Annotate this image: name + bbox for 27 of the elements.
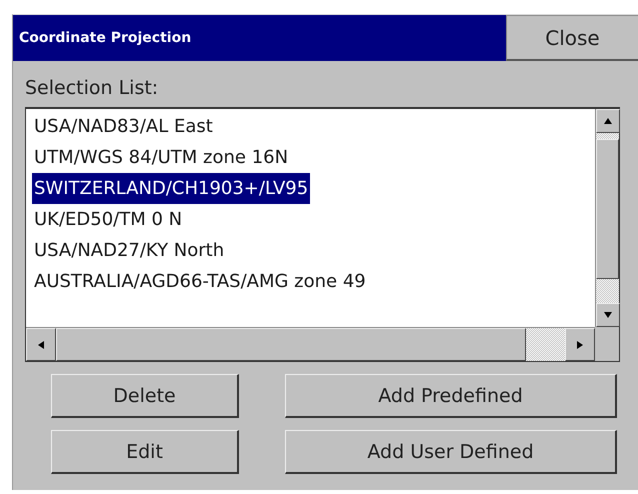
scroll-thumb[interactable] — [596, 139, 619, 279]
vertical-scrollbar[interactable] — [595, 109, 619, 327]
close-button[interactable]: Close — [506, 15, 638, 61]
scroll-right-button[interactable] — [565, 328, 595, 361]
scroll-track[interactable] — [596, 133, 619, 139]
right-arrow-icon — [575, 340, 585, 350]
list-item[interactable]: AUSTRALIA/AGD66-TAS/AMG zone 49 — [32, 266, 368, 297]
list-label: Selection List: — [25, 77, 160, 99]
list-item[interactable]: UK/ED50/TM 0 N — [32, 204, 184, 235]
list-item[interactable]: UTM/WGS 84/UTM zone 16N — [32, 142, 290, 173]
scroll-down-button[interactable] — [596, 303, 620, 327]
action-button[interactable]: Delete — [51, 374, 239, 418]
action-button[interactable]: Edit — [51, 430, 239, 474]
list-item[interactable]: USA/NAD83/AL East — [32, 111, 215, 142]
scroll-thumb[interactable] — [56, 328, 526, 361]
scrollbar-corner — [595, 327, 619, 361]
list-item[interactable]: USA/NAD27/KY North — [32, 235, 226, 266]
list-item[interactable]: SWITZERLAND/CH1903+/LV95 — [32, 173, 310, 204]
window-title: Coordinate Projection — [13, 15, 506, 61]
down-arrow-icon — [603, 310, 613, 320]
scroll-up-button[interactable] — [596, 109, 620, 133]
action-button[interactable]: Add User Defined — [285, 430, 617, 474]
up-arrow-icon — [603, 116, 613, 126]
action-button[interactable]: Add Predefined — [285, 374, 617, 418]
scroll-left-button[interactable] — [26, 328, 56, 361]
horizontal-scrollbar[interactable] — [26, 327, 595, 361]
left-arrow-icon — [36, 340, 46, 350]
